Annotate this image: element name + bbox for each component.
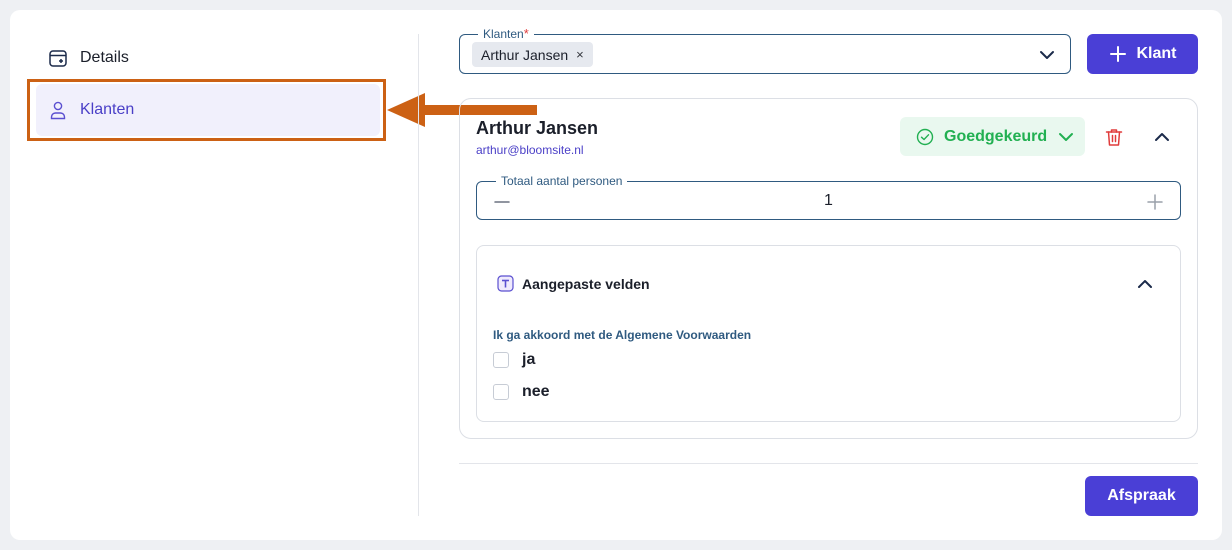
persons-stepper: Totaal aantal personen 1 [476,174,1181,220]
option-label: nee [522,383,550,400]
submit-label: Afspraak [1107,487,1176,504]
persons-legend: Totaal aantal personen [496,174,628,188]
klanten-legend: Klanten* [478,27,534,41]
add-client-label: Klant [1136,45,1177,62]
required-mark: * [523,26,529,41]
chevron-down-icon [1059,132,1074,141]
chip-remove-icon[interactable]: × [576,47,584,62]
option-nee[interactable]: nee [493,383,550,401]
footer-divider [459,463,1198,464]
vertical-divider [418,34,419,516]
check-circle-icon [916,128,934,145]
text-field-icon [497,275,514,292]
checkbox-nee[interactable] [493,384,509,400]
chevron-down-icon[interactable] [1038,46,1056,64]
persons-value[interactable]: 1 [477,192,1180,210]
selected-client-chip: Arthur Jansen × [472,42,593,67]
checkbox-ja[interactable] [493,352,509,368]
calendar-add-icon [49,50,67,67]
submit-appointment-button[interactable]: Afspraak [1085,476,1198,516]
client-card: Arthur Jansen arthur@bloomsite.nl Goedge… [459,98,1198,439]
plus-icon [1109,46,1126,62]
status-dropdown[interactable]: Goedgekeurd [900,117,1085,156]
custom-fields-header[interactable]: Aangepaste velden [497,275,650,292]
sidebar-item-label: Details [80,49,129,66]
custom-fields-title: Aangepaste velden [522,275,650,292]
klanten-select[interactable]: Klanten* Arthur Jansen × [459,27,1071,74]
custom-fields-panel: Aangepaste velden Ik ga akkoord met de A… [476,245,1181,422]
status-label: Goedgekeurd [944,127,1048,145]
option-label: ja [522,351,536,368]
sidebar-item-details[interactable]: Details [36,32,380,84]
chevron-up-icon[interactable] [1135,274,1155,294]
klanten-legend-text: Klanten [483,27,524,41]
chevron-up-icon[interactable] [1152,127,1172,147]
option-ja[interactable]: ja [493,351,535,369]
client-email: arthur@bloomsite.nl [476,143,584,157]
annotation-highlight-box [27,79,386,141]
add-client-button[interactable]: Klant [1087,34,1198,74]
chip-label: Arthur Jansen [481,46,569,63]
plus-icon[interactable] [1146,193,1164,211]
terms-question-label: Ik ga akkoord met de Algemene Voorwaarde… [493,328,752,342]
client-name: Arthur Jansen [476,118,599,138]
trash-icon[interactable] [1104,127,1124,147]
